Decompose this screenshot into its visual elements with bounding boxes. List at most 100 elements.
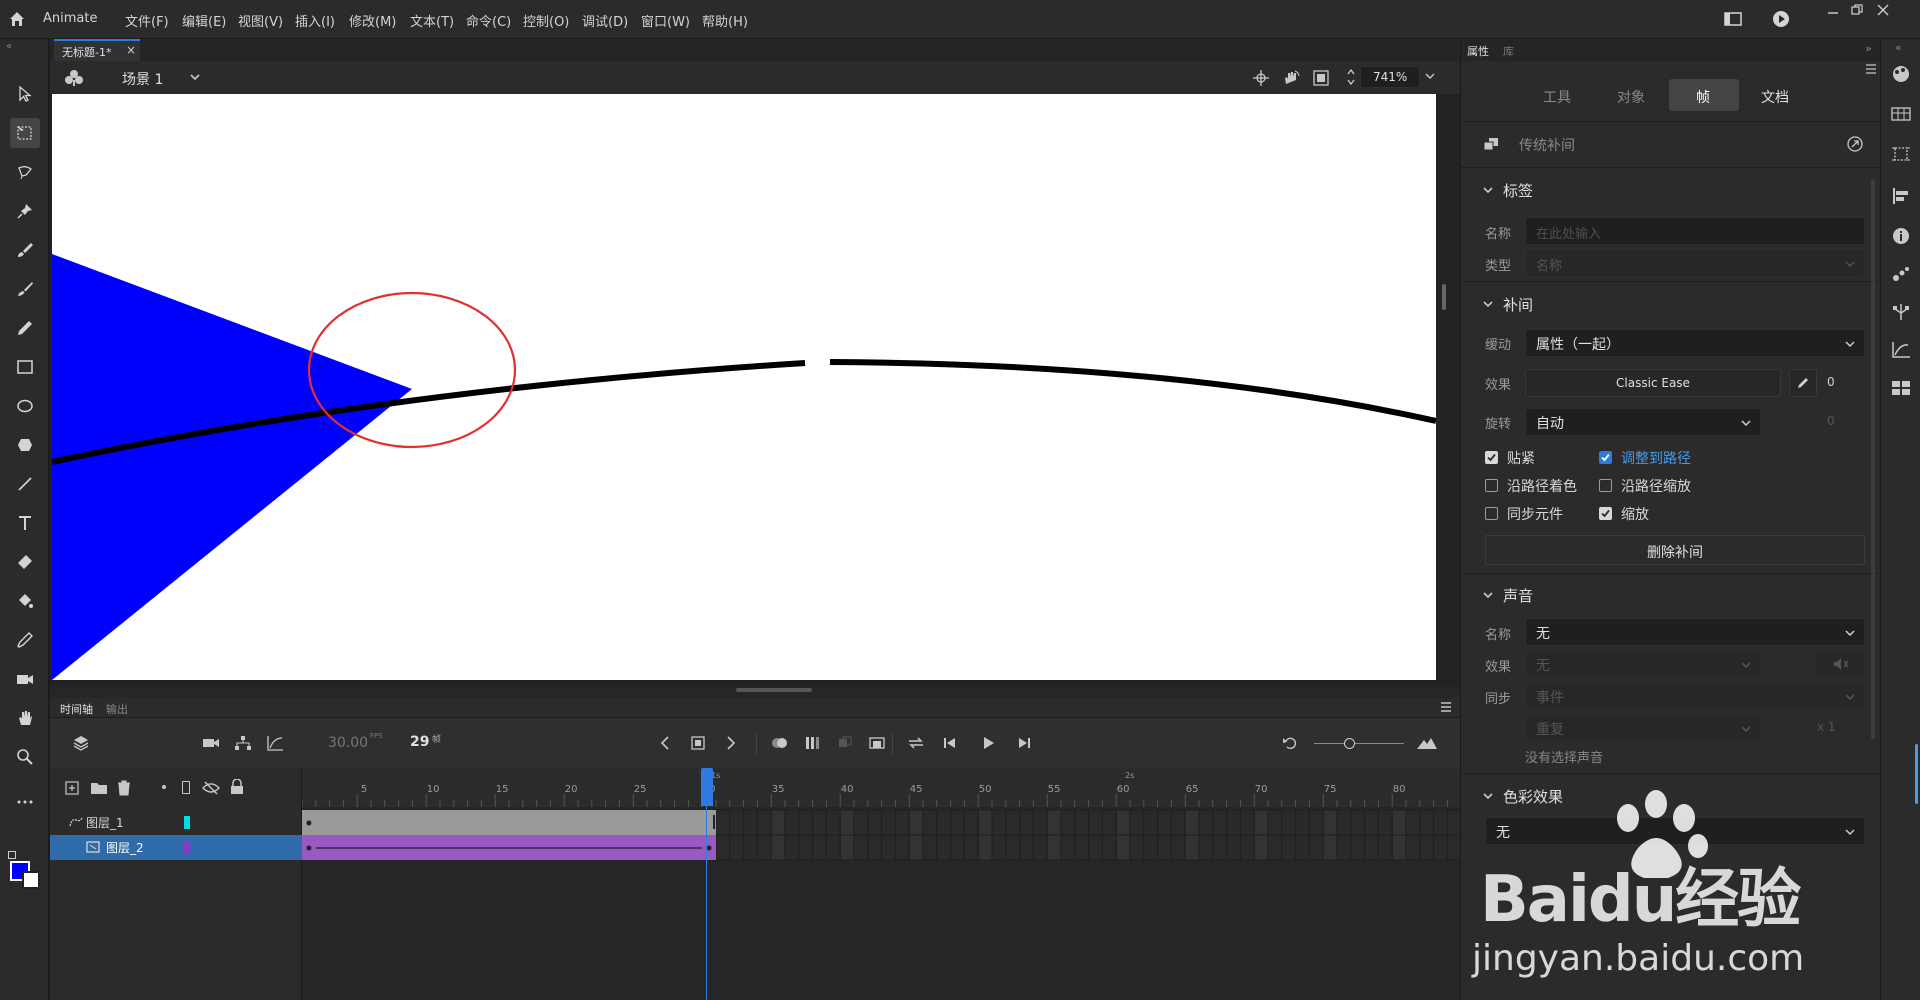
onion-skin-icon[interactable] [770,735,790,751]
label-name-input[interactable]: 在此处输入 [1525,217,1865,245]
tab-properties[interactable]: 属性 [1467,43,1489,59]
ease-select[interactable]: 属性（一起） [1525,329,1865,357]
tween-section-chevron-icon[interactable] [1481,297,1495,311]
tween-section-title[interactable]: 补间 [1503,294,1533,315]
stage-vertical-scrollbar[interactable] [1442,284,1446,310]
label-section-title[interactable]: 标签 [1503,180,1533,201]
mountain-icon[interactable] [1416,735,1438,751]
panel-menu-icon[interactable] [1865,63,1877,75]
rotate-number[interactable]: 0 [1827,414,1835,428]
edit-multiple-frames-icon[interactable] [804,735,822,751]
lock-layers-icon[interactable] [230,779,244,795]
default-colors-icon[interactable] [8,851,16,859]
sound-section-title[interactable]: 声音 [1503,585,1533,606]
step-back-icon[interactable] [942,735,958,751]
color-section-chevron-icon[interactable] [1481,789,1495,803]
rectangle-tool-icon[interactable] [10,352,40,382]
minimize-icon[interactable] [1822,2,1844,18]
layer-parenting-icon[interactable] [234,735,252,751]
align-panel-icon[interactable] [1891,187,1911,205]
workspace-icon[interactable] [1724,11,1742,27]
layers-icon[interactable] [72,734,90,752]
tab-output[interactable]: 输出 [106,701,128,717]
menu-help[interactable]: 帮助(H) [702,11,748,30]
new-folder-icon[interactable] [90,780,108,796]
selection-tool-icon[interactable] [10,79,40,109]
menu-debug[interactable]: 调试(D) [582,11,628,30]
center-stage-icon[interactable] [1252,69,1270,87]
layer-name[interactable]: 图层_2 [106,839,144,856]
graph-editor-icon[interactable] [266,735,284,751]
layer-color-swatch[interactable] [184,841,190,854]
prev-keyframe-icon[interactable] [658,735,672,751]
oval-tool-icon[interactable] [10,391,40,421]
info-panel-icon[interactable] [1891,227,1911,245]
outline-layers-icon[interactable] [182,781,190,794]
menu-insert[interactable]: 插入(I) [295,11,335,30]
color-along-path-checkbox[interactable] [1485,479,1498,492]
scale-along-path-checkbox[interactable] [1599,479,1612,492]
timeline-zoom-slider[interactable] [1314,743,1404,744]
menu-file[interactable]: 文件(F) [125,11,169,30]
menu-view[interactable]: 视图(V) [238,11,283,30]
frame-ruler[interactable]: 51015202530354045505560657075801s2s [302,768,1460,807]
sound-sync-select[interactable]: 事件 [1525,682,1865,710]
lasso-tool-icon[interactable] [10,157,40,187]
current-frame-value[interactable]: 29 [410,734,429,750]
dock-collapse-icon[interactable]: « [1895,41,1902,54]
clip-content-icon[interactable] [1312,69,1330,87]
paint-bucket-tool-icon[interactable] [10,586,40,616]
tab-timeline[interactable]: 时间轴 [60,701,93,717]
step-forward-icon[interactable] [1016,735,1032,751]
motion-presets-icon[interactable] [1891,265,1911,283]
highlight-layers-icon[interactable] [162,785,166,789]
sync-symbols-checkbox[interactable] [1485,507,1498,520]
rotate-select[interactable]: 自动 [1525,408,1761,436]
edit-sound-button[interactable] [1817,650,1865,678]
line-tool-icon[interactable] [10,469,40,499]
panel-collapse-icon[interactable]: » [1865,42,1872,55]
stroke-fill-swatch[interactable] [8,851,42,889]
pin-tool-icon[interactable] [10,196,40,226]
layer-row-guided[interactable]: 图层_2 [50,835,302,860]
camera-tool-icon[interactable] [10,664,40,694]
centered-frame-icon[interactable] [836,735,854,751]
loop-selection-icon[interactable] [868,735,886,751]
rotate-stage-icon[interactable] [1282,69,1300,87]
timeline-menu-icon[interactable] [1440,701,1452,713]
eyedropper-tool-icon[interactable] [10,625,40,655]
brush-paint-tool-icon[interactable] [10,235,40,265]
timeline-zoom-slider-handle[interactable] [1344,738,1355,749]
restore-icon[interactable] [1846,2,1868,18]
transform-panel-icon[interactable] [1891,145,1911,163]
zoom-tool-icon[interactable] [10,742,40,772]
playhead-handle[interactable] [701,768,713,806]
layer-color-swatch[interactable] [184,816,190,829]
next-keyframe-icon[interactable] [724,735,738,751]
polystar-tool-icon[interactable] [10,430,40,460]
scale-checkbox[interactable] [1599,507,1612,520]
fps-value[interactable]: 30.00 [328,735,368,751]
document-tab[interactable]: 无标题-1* × [54,39,140,61]
scene-label[interactable]: 场景 1 [122,69,163,89]
menu-edit[interactable]: 编辑(E) [182,11,226,30]
delete-tween-button[interactable]: 删除补间 [1485,535,1865,565]
menu-control[interactable]: 控制(O) [523,11,569,30]
menu-modify[interactable]: 修改(M) [349,11,396,30]
tab-close-icon[interactable]: × [126,43,136,57]
effect-number[interactable]: 0 [1827,375,1835,389]
classic-ease-button[interactable]: Classic Ease [1525,369,1781,397]
label-type-select[interactable]: 名称 [1525,249,1865,277]
swatches-panel-icon[interactable] [1891,106,1911,122]
loop-playback-icon[interactable] [906,735,926,751]
orient-to-path-checkbox[interactable] [1599,451,1612,464]
pencil-tool-icon[interactable] [10,313,40,343]
camera-icon[interactable] [202,735,220,751]
fill-color-swatch[interactable] [22,871,40,889]
eraser-tool-icon[interactable] [10,547,40,577]
tab-library[interactable]: 库 [1503,43,1514,59]
components-panel-icon[interactable] [1891,303,1911,321]
more-tools-icon[interactable] [10,787,40,817]
layer-row-guide[interactable]: 图层_1 [50,810,302,835]
tab-document[interactable]: 文档 [1761,87,1789,107]
